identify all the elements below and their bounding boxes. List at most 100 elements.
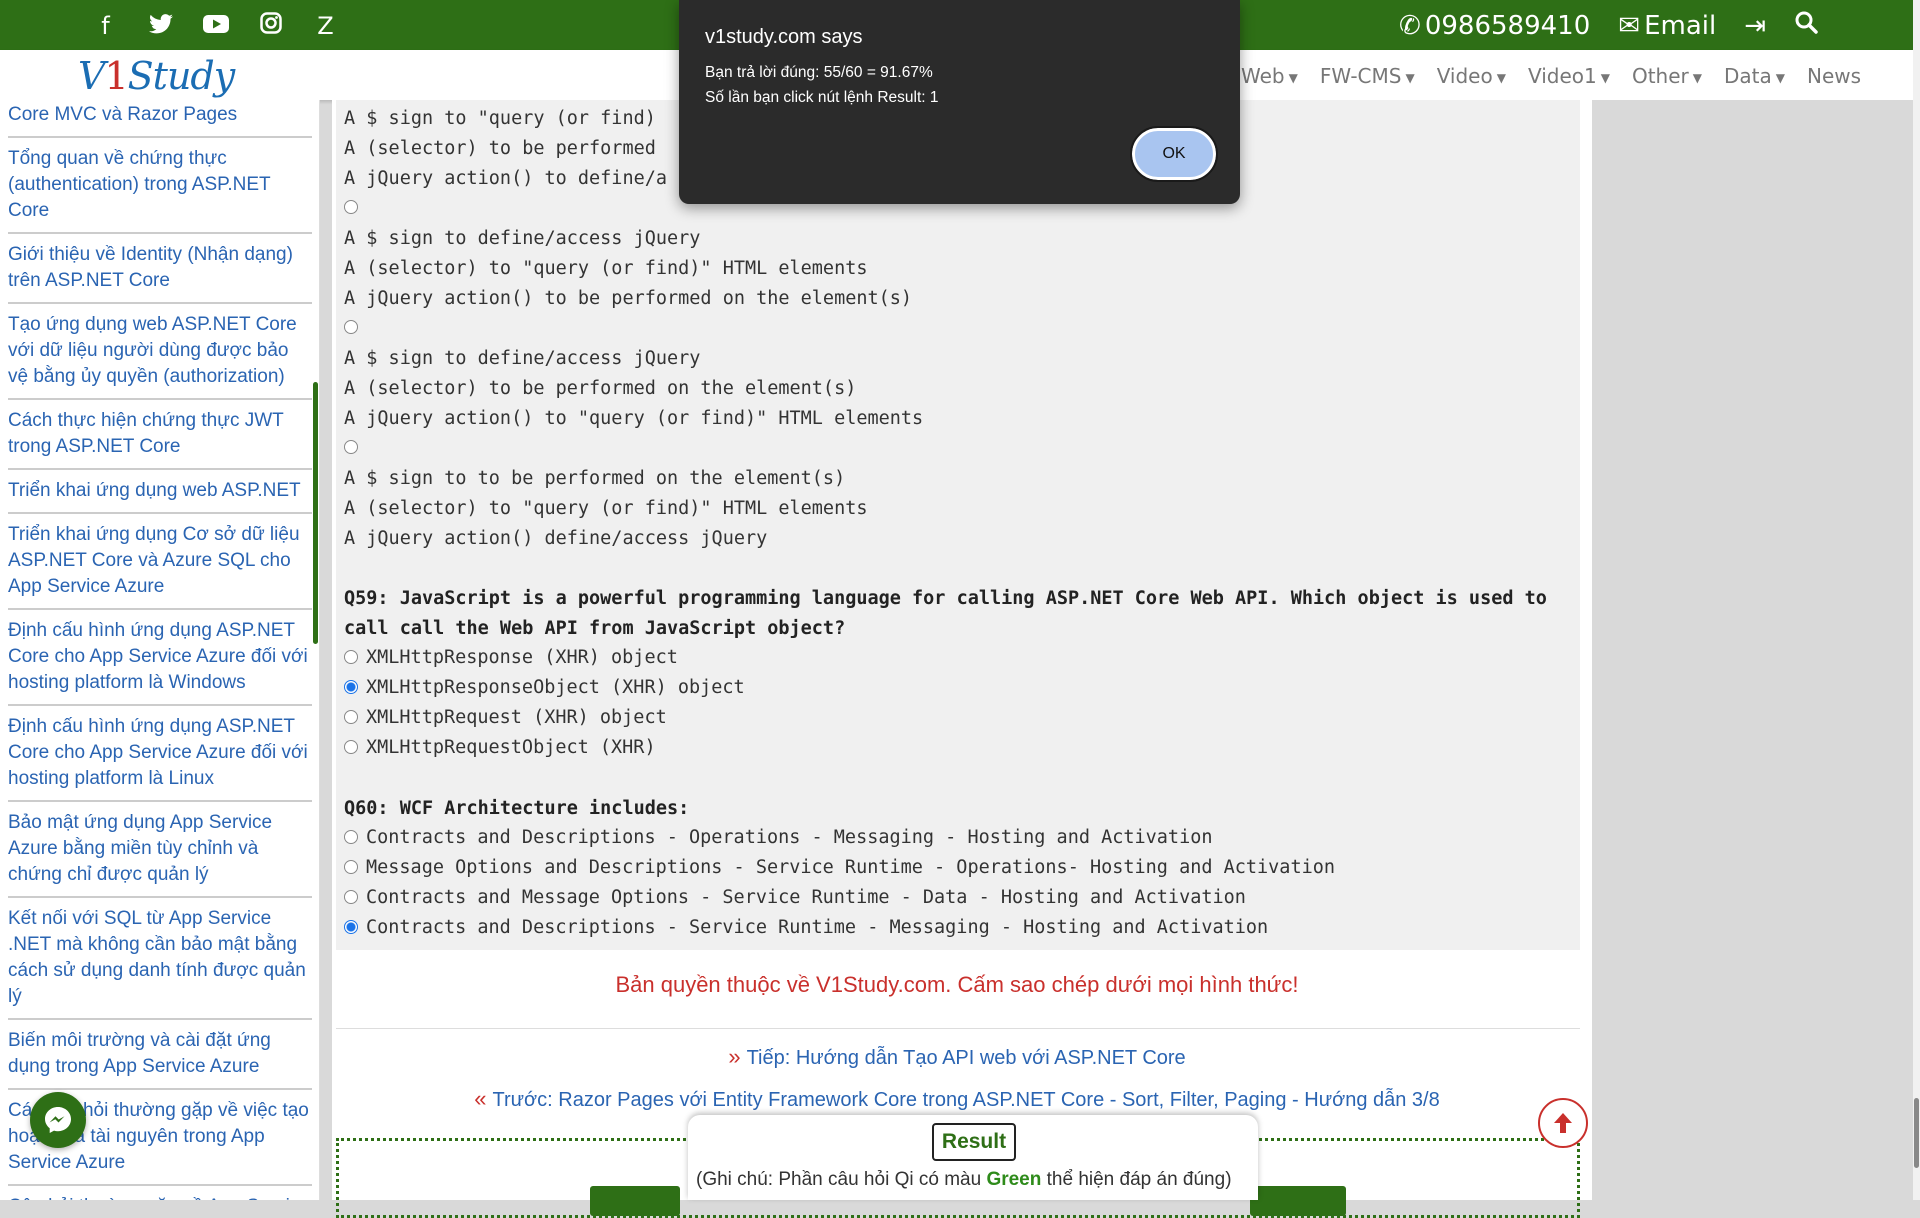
nav-menu: Web ▼ FW-CMS ▼ Video ▼ Video1 ▼ Other ▼ Data ▼… — [1241, 64, 1861, 88]
sidebar-item[interactable]: Câu hỏi thường gặp về App Service Azure … — [8, 1186, 312, 1200]
option-text: XMLHttpResponseObject (XHR) object — [366, 677, 745, 698]
menu-web[interactable]: Web ▼ — [1241, 64, 1298, 88]
option-text: A (selector) to be performed — [344, 138, 656, 159]
sidebar-item[interactable]: Định cấu hình ứng dụng ASP.NET Core cho … — [8, 610, 312, 706]
green-button[interactable] — [590, 1186, 680, 1216]
result-note: (Ghi chú: Phần câu hỏi Qi có màu Green t… — [696, 1169, 1232, 1191]
option-text: A jQuery action() to be performed on the… — [344, 288, 913, 309]
menu-video[interactable]: Video ▼ — [1437, 64, 1506, 88]
option-text: Message Options and Descriptions - Servi… — [366, 857, 1336, 878]
result-panel: Result (Ghi chú: Phần câu hỏi Qi có màu … — [688, 1115, 1258, 1200]
option-text: A $ sign to define/access jQuery — [344, 348, 701, 369]
option-text: A $ sign to "query (or find) — [344, 108, 656, 129]
green-button[interactable] — [1250, 1186, 1346, 1216]
sidebar-item[interactable]: Triển khai ứng dụng web ASP.NET — [8, 470, 312, 514]
messenger-icon[interactable] — [30, 1092, 86, 1148]
twitter-icon[interactable] — [133, 12, 188, 40]
radio-q60-a[interactable] — [344, 830, 358, 844]
caret-down-icon: ▼ — [1496, 70, 1506, 85]
prev-arrow-icon: « — [474, 1086, 487, 1111]
menu-data[interactable]: Data ▼ — [1724, 64, 1785, 88]
radio-q59-b[interactable] — [344, 680, 358, 694]
option-text: A (selector) to "query (or find)" HTML e… — [344, 258, 868, 279]
email-link[interactable]: ✉ Email — [1618, 11, 1716, 41]
divider — [336, 1028, 1580, 1029]
menu-news[interactable]: News — [1807, 64, 1861, 88]
sidebar-item[interactable]: Tổng quan về chứng thực (authentication)… — [8, 138, 312, 234]
facebook-icon[interactable]: f — [78, 12, 133, 40]
dialog-score: Bạn trả lời đúng: 55/60 = 91.67% — [705, 64, 933, 81]
option-text: A jQuery action() to "query (or find)" H… — [344, 408, 924, 429]
phone-number: 0986589410 — [1424, 10, 1591, 41]
radio-option-b[interactable] — [344, 200, 358, 214]
menu-label: Video1 — [1527, 64, 1597, 88]
radio-q60-b[interactable] — [344, 860, 358, 874]
question-q59: Q59: JavaScript is a powerful programmin… — [344, 588, 1547, 639]
option-text: A jQuery action() define/access jQuery — [344, 528, 768, 549]
option-text: XMLHttpResponse (XHR) object — [366, 647, 678, 668]
next-article-link[interactable]: » Tiếp: Hướng dẫn Tạo API web với ASP.NET… — [332, 1044, 1582, 1070]
radio-q59-a[interactable] — [344, 650, 358, 664]
radio-option-d[interactable] — [344, 440, 358, 454]
option-text: A (selector) to "query (or find)" HTML e… — [344, 498, 868, 519]
page-scrollbar[interactable] — [1913, 0, 1920, 1200]
menu-video1[interactable]: Video1 ▼ — [1528, 64, 1610, 88]
instagram-icon[interactable] — [243, 12, 298, 40]
envelope-icon: ✉ — [1618, 10, 1641, 41]
sidebar-item[interactable]: Tạo ứng dụng web ASP.NET Core với dữ liệ… — [8, 304, 312, 400]
right-pane — [1592, 100, 1913, 1200]
prev-article-link[interactable]: «Trước: Razor Pages với Entity Framework… — [332, 1086, 1582, 1112]
menu-other[interactable]: Other ▼ — [1632, 64, 1702, 88]
scroll-top-button[interactable] — [1538, 1098, 1588, 1148]
phone-link[interactable]: ✆ 0986589410 — [1399, 11, 1590, 41]
note-green: Green — [986, 1169, 1042, 1190]
question-q60: Q60: WCF Architecture includes: — [344, 798, 690, 819]
menu-label: Web — [1241, 64, 1285, 88]
sidebar-item[interactable]: Kết nối với SQL từ App Service .NET mà k… — [8, 898, 312, 1020]
option-text: A (selector) to be performed on the elem… — [344, 378, 857, 399]
dialog-title: v1study.com says — [705, 26, 863, 48]
sidebar-item[interactable]: Định cấu hình ứng dụng ASP.NET Core cho … — [8, 706, 312, 802]
sidebar-item[interactable]: Giới thiệu về Identity (Nhận dạng) trên … — [8, 234, 312, 304]
menu-label: FW-CMS — [1319, 64, 1402, 88]
note-text: thể hiện đáp án đúng) — [1041, 1169, 1232, 1190]
zalo-icon[interactable]: Z — [298, 12, 353, 40]
caret-down-icon: ▼ — [1600, 70, 1610, 85]
caret-down-icon: ▼ — [1775, 70, 1785, 85]
radio-q60-c[interactable] — [344, 890, 358, 904]
scrollbar-thumb[interactable] — [1914, 1098, 1919, 1168]
radio-q59-d[interactable] — [344, 740, 358, 754]
sidebar-item[interactable]: Biến môi trường và cài đặt ứng dụng tron… — [8, 1020, 312, 1090]
phone-icon: ✆ — [1399, 10, 1421, 41]
menu-label: Data — [1724, 64, 1772, 88]
site-logo[interactable]: V1Study — [78, 54, 236, 98]
radio-q60-d[interactable] — [344, 920, 358, 934]
email-label: Email — [1644, 10, 1717, 41]
option-text: Contracts and Message Options - Service … — [366, 887, 1246, 908]
result-button[interactable]: Result — [932, 1123, 1016, 1161]
menu-fw-cms[interactable]: FW-CMS ▼ — [1320, 64, 1415, 88]
alert-dialog: v1study.com says Bạn trả lời đúng: 55/60… — [679, 0, 1240, 204]
logo-v: V — [78, 54, 105, 98]
sidebar-item[interactable]: Core MVC và Razor Pages — [8, 100, 312, 138]
main-content: A $ sign to "query (or find) A (selector… — [332, 100, 1920, 1218]
ok-button[interactable]: OK — [1130, 126, 1218, 182]
menu-label: Video — [1436, 64, 1493, 88]
sidebar-item[interactable]: Bảo mật ứng dụng App Service Azure bằng … — [8, 802, 312, 898]
search-icon[interactable] — [1794, 10, 1818, 41]
youtube-icon[interactable] — [188, 12, 243, 40]
sidebar-item[interactable]: Triển khai ứng dụng Cơ sở dữ liệu ASP.NE… — [8, 514, 312, 610]
contact-links: ✆ 0986589410 ✉ Email ⇥ — [1399, 10, 1818, 41]
sidebar: Core MVC và Razor Pages Tổng quan về chứ… — [0, 100, 320, 1200]
login-icon[interactable]: ⇥ — [1744, 11, 1766, 41]
caret-down-icon: ▼ — [1288, 70, 1298, 85]
radio-q59-c[interactable] — [344, 710, 358, 724]
sidebar-item[interactable]: Cách thực hiện chứng thực JWT trong ASP.… — [8, 400, 312, 470]
option-text: Contracts and Descriptions - Service Run… — [366, 917, 1269, 938]
sidebar-scrollbar[interactable] — [313, 382, 318, 644]
option-text: A $ sign to to be performed on the eleme… — [344, 468, 846, 489]
social-links: f Z — [78, 12, 353, 40]
radio-option-c[interactable] — [344, 320, 358, 334]
next-article-label: Tiếp: Hướng dẫn Tạo API web với ASP.NET … — [746, 1047, 1186, 1069]
logo-study: Study — [127, 54, 236, 98]
